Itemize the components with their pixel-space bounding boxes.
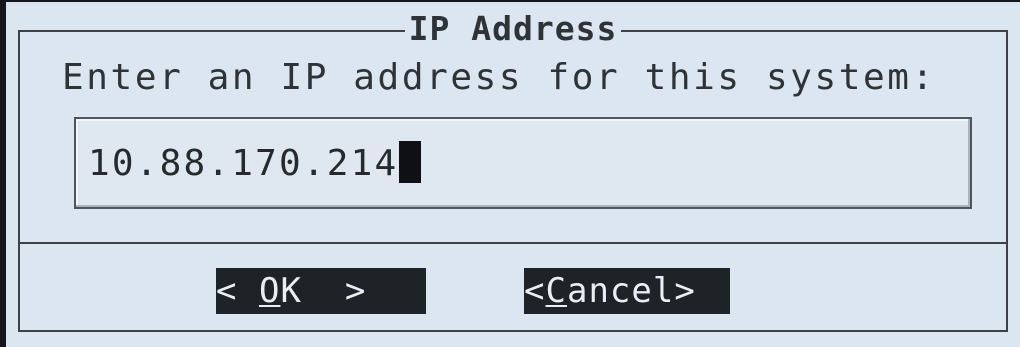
dialog-title-bar: IP Address xyxy=(6,7,1020,51)
dialog-title: IP Address xyxy=(404,7,622,51)
ip-address-dialog: IP Address Enter an IP address for this … xyxy=(6,2,1020,347)
ip-prompt-label: Enter an IP address for this system: xyxy=(62,57,936,98)
ok-button-left: < xyxy=(216,271,259,311)
ok-button[interactable]: < OK > xyxy=(216,268,426,314)
cancel-button-left: < xyxy=(524,271,546,311)
button-separator xyxy=(18,242,1008,244)
ok-button-hotkey: O xyxy=(258,271,281,311)
ip-address-value[interactable]: 10.88.170.214 xyxy=(88,139,422,189)
ip-address-input[interactable]: 10.88.170.214 xyxy=(74,117,972,209)
cancel-button[interactable]: <Cancel> xyxy=(524,268,730,314)
cancel-button-hotkey: C xyxy=(545,271,567,311)
ip-address-text: 10.88.170.214 xyxy=(88,143,399,184)
text-cursor xyxy=(399,141,422,183)
cancel-button-rest: ancel> xyxy=(566,271,696,311)
ok-button-rest: K > xyxy=(280,271,367,311)
